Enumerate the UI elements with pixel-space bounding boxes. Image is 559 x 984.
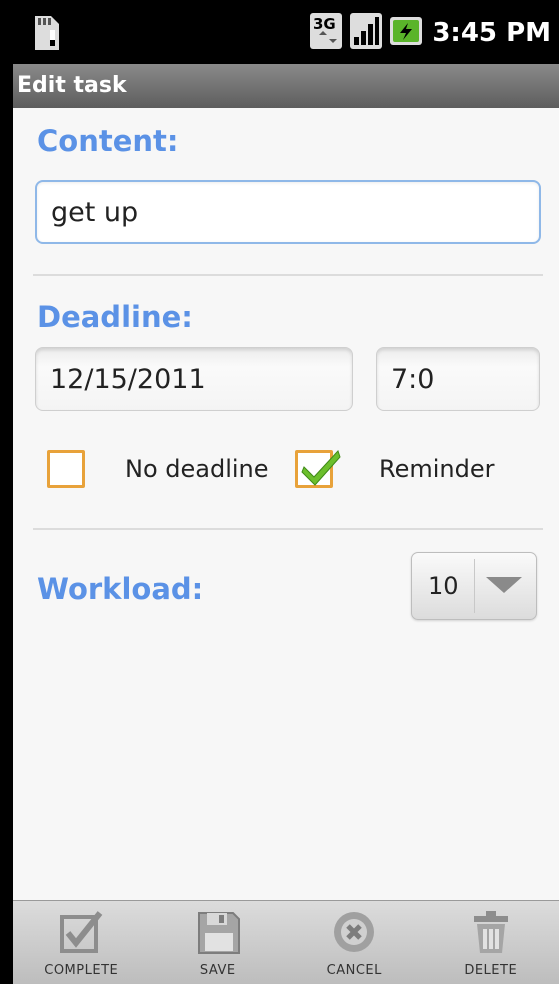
screen-title: Edit task [17,73,127,98]
save-label: SAVE [199,963,236,978]
deadline-label: Deadline: [37,300,193,334]
content-input[interactable]: get up [35,180,541,244]
workload-value: 10 [428,572,459,600]
no-deadline-label[interactable]: No deadline [125,455,269,483]
save-icon [193,907,243,957]
workload-label: Workload: [37,572,204,606]
cancel-button[interactable]: CANCEL [286,901,423,984]
checkmark-icon [300,445,344,493]
svg-text:3G: 3G [313,15,336,33]
complete-icon [56,907,106,957]
reminder-checkbox[interactable] [295,450,341,488]
date-field[interactable]: 12/15/2011 [35,347,353,411]
trash-icon [466,907,516,957]
sd-card-icon [29,14,63,52]
title-bar: Edit task [13,64,559,108]
cancel-icon [329,907,379,957]
clock: 3:45 PM [432,18,551,48]
spinner-separator [474,559,475,613]
cancel-label: CANCEL [326,963,382,978]
divider [33,274,543,276]
status-bar: 3G 3:45 PM [13,0,559,64]
3g-icon: 3G [310,13,343,53]
signal-icon [350,13,383,53]
no-deadline-checkbox[interactable] [47,450,85,488]
reminder-label[interactable]: Reminder [379,455,495,483]
complete-label: COMPLETE [44,963,119,978]
date-value: 12/15/2011 [50,363,206,395]
complete-button[interactable]: COMPLETE [13,901,150,984]
time-field[interactable]: 7:0 [376,347,540,411]
app-frame: 3G 3:45 PM Edit task Content: get up Dea… [13,0,559,984]
workload-spinner[interactable]: 10 [411,552,537,620]
delete-button[interactable]: DELETE [423,901,559,984]
bottom-action-bar: COMPLETE SAVE CANCEL DELETE [13,900,559,984]
divider [33,528,543,530]
delete-label: DELETE [464,963,518,978]
save-button[interactable]: SAVE [150,901,287,984]
content-value: get up [51,196,139,228]
status-icons: 3G 3:45 PM [310,13,551,53]
chevron-down-icon [484,575,524,599]
time-value: 7:0 [391,363,435,395]
battery-icon [390,13,424,53]
content-label: Content: [37,124,179,158]
